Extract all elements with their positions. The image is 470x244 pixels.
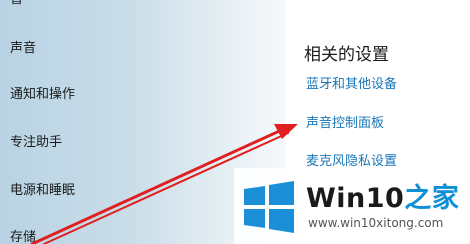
settings-screen: 盲 声音 通知和操作 专注助手 电源和睡眠 存储 相关的设置 蓝牙和其他设备 声…: [0, 0, 470, 244]
watermark-brand-prefix: Win10: [306, 183, 405, 214]
windows-logo-icon: [244, 181, 294, 233]
watermark-brand: Win10之家: [306, 176, 459, 215]
watermark-url: www.win10xitong.com: [308, 216, 444, 230]
watermark-brand-suffix: 之家: [404, 183, 460, 214]
win10-watermark: Win10之家 www.win10xitong.com: [234, 168, 470, 244]
